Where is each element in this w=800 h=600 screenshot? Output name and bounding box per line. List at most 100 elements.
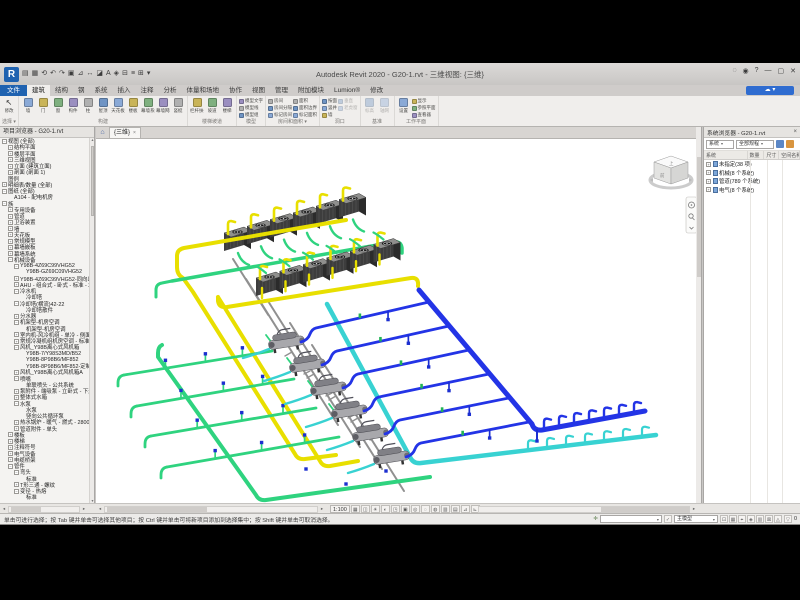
tool-面积边界[interactable]: 面积边界: [293, 105, 317, 111]
help-icon[interactable]: ?: [755, 67, 759, 75]
autofit-icon[interactable]: [786, 140, 794, 148]
expander-icon[interactable]: +: [14, 426, 19, 431]
column-header[interactable]: 系统: [704, 151, 748, 159]
expander-icon[interactable]: +: [14, 420, 19, 425]
expander-icon[interactable]: +: [8, 245, 13, 250]
design-options-dropdown[interactable]: 主模型▾: [674, 515, 718, 523]
expander-icon[interactable]: +: [8, 214, 13, 219]
default-3d-view-icon[interactable]: ◈: [114, 69, 119, 79]
file-tab[interactable]: 文件: [0, 85, 27, 96]
ribbon-tab-1[interactable]: 结构: [50, 85, 73, 96]
expander-icon[interactable]: +: [8, 157, 13, 162]
scrollbar-thumb[interactable]: [91, 146, 95, 216]
tree-item[interactable]: +风机_Y98B离心式风机箱A: [0, 369, 89, 375]
expander-icon[interactable]: +: [8, 445, 13, 450]
expander-icon[interactable]: +: [8, 151, 13, 156]
reveal-hidden-icon[interactable]: ◍: [431, 505, 440, 513]
ribbon-tab-12[interactable]: Lumion®: [329, 85, 365, 96]
text-icon[interactable]: A: [106, 69, 111, 79]
tool-修改[interactable]: ↖修改: [2, 97, 16, 113]
expander-icon[interactable]: −: [14, 489, 19, 494]
crop-view-icon[interactable]: ◳: [391, 505, 400, 513]
expander-icon[interactable]: +: [14, 282, 19, 287]
quick-access-toolbar[interactable]: R ▤▦⟲↶↷▣⊿↔◪A◈⊟≡⊞▾: [0, 67, 150, 82]
tree-item[interactable]: 标准: [0, 494, 89, 500]
shadows-icon[interactable]: ◐: [381, 505, 390, 513]
undo-icon[interactable]: ↶: [50, 69, 56, 79]
expander-icon[interactable]: +: [706, 162, 711, 167]
system-row[interactable]: +机械(8 个系统): [704, 169, 800, 178]
system-row[interactable]: +管道(789 个系统): [704, 177, 800, 186]
ribbon-tab-2[interactable]: 钢: [73, 85, 90, 96]
ribbon-tab-0[interactable]: 建筑: [27, 85, 50, 96]
tool-幕墙网格[interactable]: 幕墙网格: [156, 97, 170, 113]
ribbon-tab-7[interactable]: 体量和场地: [182, 85, 225, 96]
expander-icon[interactable]: +: [8, 457, 13, 462]
expander-icon[interactable]: −: [2, 201, 7, 206]
expander-icon[interactable]: +: [14, 389, 19, 394]
expander-icon[interactable]: +: [14, 370, 19, 375]
expander-icon[interactable]: +: [14, 276, 19, 281]
tool-轴网[interactable]: 轴网: [378, 97, 392, 113]
expander-icon[interactable]: +: [8, 239, 13, 244]
redo-icon[interactable]: ↷: [59, 69, 65, 79]
canvas-scroll-left-icon[interactable]: ◂: [96, 505, 104, 513]
lock-3d-view-icon[interactable]: ◎: [411, 505, 420, 513]
system-row[interactable]: +电气(8 个系统): [704, 186, 800, 195]
ribbon-tab-3[interactable]: 系统: [90, 85, 113, 96]
ribbon-tab-8[interactable]: 协作: [224, 85, 247, 96]
tool-栏杆扶手[interactable]: 栏杆扶手: [190, 97, 204, 113]
exclude-options-icon[interactable]: ▦: [729, 515, 737, 523]
worksharing-display-icon[interactable]: ▥: [441, 505, 450, 513]
expander-icon[interactable]: −: [14, 401, 19, 406]
tool-模型线[interactable]: 模型线: [239, 105, 263, 111]
expander-icon[interactable]: +: [8, 439, 13, 444]
tree-item[interactable]: −风机_Y98B离心式风机箱: [0, 344, 89, 350]
tool-标高[interactable]: 标高: [363, 97, 377, 113]
view-tab-3d[interactable]: {三维} ×: [109, 127, 141, 138]
temporary-view-properties-icon[interactable]: ▤: [451, 505, 460, 513]
tool-楼板[interactable]: 楼板: [126, 97, 140, 113]
ribbon-tab-10[interactable]: 管理: [270, 85, 293, 96]
expander-icon[interactable]: +: [14, 332, 19, 337]
ribbon-tab-6[interactable]: 分析: [159, 85, 182, 96]
expander-icon[interactable]: −: [14, 264, 19, 269]
expander-icon[interactable]: −: [8, 464, 13, 469]
project-browser-tree[interactable]: −视图 (全部)+结构平面+楼层平面+三维视图+立面 (建筑立面)+剖面 (剖面…: [0, 138, 89, 503]
select-underlay-icon[interactable]: ▥: [756, 515, 764, 523]
close-view-tab-icon[interactable]: ×: [133, 128, 136, 138]
tool-房间分隔[interactable]: 房间分隔: [268, 105, 292, 111]
expander-icon[interactable]: −: [2, 189, 7, 194]
save-icon[interactable]: ▦: [32, 69, 39, 79]
temporary-isolate-icon[interactable]: ◌: [421, 505, 430, 513]
show-crop-region-icon[interactable]: ▣: [401, 505, 410, 513]
tool-墙[interactable]: 墙: [21, 97, 35, 113]
tool-参照平面[interactable]: 参照平面: [412, 105, 436, 111]
tool-面积[interactable]: 面积: [293, 98, 317, 104]
scroll-left-icon[interactable]: ◂: [0, 505, 8, 513]
expander-icon[interactable]: +: [8, 432, 13, 437]
canvas-scroll-right-icon[interactable]: ▸: [318, 505, 326, 513]
home-icon[interactable]: ⌂: [96, 127, 109, 138]
tool-竖梃[interactable]: 竖梃: [171, 97, 185, 113]
maximize-button[interactable]: ▢: [778, 67, 785, 75]
tool-楼梯[interactable]: 楼梯: [220, 97, 234, 113]
expander-icon[interactable]: +: [14, 395, 19, 400]
3d-model-view[interactable]: 上前: [96, 139, 696, 503]
account-icon[interactable]: ◉: [742, 67, 748, 75]
expander-icon[interactable]: +: [8, 451, 13, 456]
ribbon-tab-9[interactable]: 视图: [247, 85, 270, 96]
tool-设置[interactable]: 设置: [397, 97, 411, 113]
select-links-icon[interactable]: ◈: [747, 515, 755, 523]
canvas-vscrollbar[interactable]: [696, 127, 702, 503]
column-header[interactable]: 数量: [748, 151, 765, 159]
tool-屋顶[interactable]: 屋顶: [96, 97, 110, 113]
navigation-bar[interactable]: [686, 197, 696, 233]
system-row[interactable]: +未指定(38 项): [704, 160, 800, 169]
tool-窗[interactable]: 窗: [51, 97, 65, 113]
expander-icon[interactable]: +: [14, 314, 19, 319]
ribbon-tab-5[interactable]: 注释: [136, 85, 159, 96]
detail-level-icon[interactable]: ▦: [351, 505, 360, 513]
editable-only-icon[interactable]: ⊡: [720, 515, 728, 523]
show-analytical-model-icon[interactable]: ⊿: [461, 505, 470, 513]
